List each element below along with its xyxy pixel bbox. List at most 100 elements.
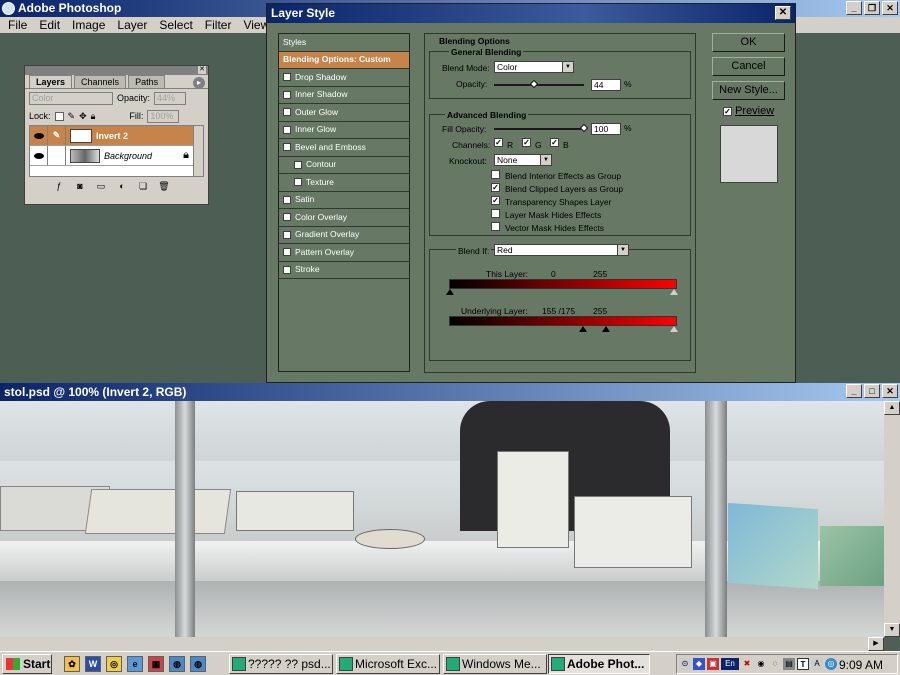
fill-field[interactable]: 100% [147,109,180,123]
styles-header[interactable]: Styles [279,34,409,52]
dialog-titlebar[interactable]: Layer Style [267,4,795,23]
document-canvas[interactable] [0,401,884,637]
start-button[interactable]: Start [2,654,52,674]
taskbar-button[interactable]: Windows Me... [443,654,547,674]
tab-layers[interactable]: Layers [29,75,73,88]
blend-mode-select[interactable]: Color [29,91,113,105]
tab-paths[interactable]: Paths [128,75,166,88]
taskbar-clock[interactable]: 9:09 AM [839,658,883,672]
cancel-button[interactable]: Cancel [712,57,785,76]
scroll-right-icon[interactable]: ▶ [868,637,884,651]
style-item[interactable]: Blending Options: Custom [279,51,409,69]
lock-brush-icon[interactable]: ✎ [68,111,76,122]
style-checkbox[interactable] [283,143,291,152]
menu-image[interactable]: Image [66,17,111,33]
tray-network-icon[interactable]: ◎ [825,658,837,670]
style-item[interactable]: Texture [279,174,409,192]
style-checkbox[interactable] [294,160,302,169]
advanced-option-checkbox[interactable] [491,209,500,218]
underlying-black-slider-left[interactable] [579,326,587,332]
quicklaunch-app2-icon[interactable]: ◍ [190,656,206,672]
style-checkbox[interactable] [283,248,291,257]
style-checkbox[interactable] [283,73,291,82]
channel-g-checkbox[interactable]: ✓ [522,138,531,147]
layer-row[interactable]: Background 🔒︎ [30,146,203,166]
advanced-option-checkbox[interactable] [491,222,500,231]
fill-opacity-field[interactable]: 100 [591,123,621,135]
channel-b-checkbox[interactable]: ✓ [550,138,559,147]
eye-icon[interactable] [30,126,48,145]
menu-select[interactable]: Select [153,17,198,33]
eye-icon[interactable] [30,146,48,165]
brush-icon[interactable]: ✎ [48,126,66,145]
tray-speaker-icon[interactable]: ◉ [755,658,767,670]
this-layer-white-slider[interactable] [670,289,678,295]
tray-a-icon[interactable]: A [811,658,823,670]
add-mask-icon[interactable]: ◙ [74,181,86,191]
taskbar-button[interactable]: Microsoft Exc... [336,654,440,674]
maximize-icon[interactable]: □ [864,384,880,398]
menu-file[interactable]: File [2,17,33,33]
style-checkbox[interactable] [283,90,291,99]
preview-checkbox-row[interactable]: ✓ Preview [723,105,774,117]
quicklaunch-network-icon[interactable]: ▦ [148,656,164,672]
underlying-black-slider-right[interactable] [602,326,610,332]
tray-antivirus-icon[interactable]: ▣ [707,658,719,670]
style-checkbox[interactable] [294,178,302,187]
style-checkbox[interactable] [283,265,291,274]
minimize-icon[interactable]: _ [846,1,862,15]
palette-titlebar[interactable]: ✕ [25,66,208,75]
menu-layer[interactable]: Layer [111,17,153,33]
blend-if-select[interactable]: Red ▼ [494,244,629,256]
knockout-select[interactable]: None ▼ [494,154,552,166]
style-checkbox[interactable] [283,213,291,222]
document-horizontal-scrollbar[interactable]: ▶ [0,637,884,651]
layer-row[interactable]: ✎ Invert 2 [30,126,203,146]
this-layer-black-slider[interactable] [446,289,454,295]
close-icon[interactable]: ✕ [882,1,898,15]
style-item[interactable]: Stroke [279,262,409,279]
style-item[interactable]: Inner Shadow [279,87,409,104]
style-checkbox[interactable] [283,230,291,239]
opacity-field[interactable]: 44% [154,91,187,105]
underlying-white-slider[interactable] [670,326,678,332]
tray-bubble-icon[interactable]: ◌ [769,658,781,670]
style-item[interactable]: Bevel and Emboss [279,139,409,157]
new-style-button[interactable]: New Style... [712,81,785,100]
style-checkbox[interactable] [283,125,291,134]
taskbar-button[interactable]: Adobe Phot... [548,654,650,674]
scroll-down-icon[interactable]: ▼ [884,623,900,637]
preview-checkbox[interactable]: ✓ [723,106,732,116]
ok-button[interactable]: OK [712,33,785,52]
palette-menu-arrow-icon[interactable]: ▸ [193,77,205,89]
advanced-option-checkbox[interactable]: ✓ [491,196,500,205]
channel-r-checkbox[interactable]: ✓ [494,138,503,147]
tray-search-icon[interactable]: ⊙ [679,658,691,670]
style-item[interactable]: Gradient Overlay [279,227,409,244]
close-icon[interactable]: ✕ [775,6,791,20]
blend-mode-select[interactable]: Color ▼ [494,61,574,73]
style-checkbox[interactable] [283,108,291,117]
layer-list-scrollbar[interactable] [193,126,203,176]
document-titlebar[interactable]: stol.psd @ 100% (Invert 2, RGB) _ □ ✕ [0,383,900,401]
style-item[interactable]: Drop Shadow [279,69,409,87]
lock-move-icon[interactable]: ✥ [79,111,87,122]
tray-x-icon[interactable]: ✖ [741,658,753,670]
advanced-option-checkbox[interactable]: ✓ [491,183,500,192]
link-slot[interactable] [48,146,66,165]
opacity-field[interactable]: 44 [591,79,621,91]
style-item[interactable]: Outer Glow [279,104,409,122]
quicklaunch-explorer-icon[interactable]: ✿ [64,656,80,672]
close-icon[interactable]: ✕ [198,66,206,74]
style-item[interactable]: Satin [279,192,409,209]
restore-icon[interactable]: ❐ [864,1,880,15]
style-item[interactable]: Inner Glow [279,122,409,139]
tray-language-indicator[interactable]: En [721,658,739,670]
quicklaunch-outlook-icon[interactable]: ◎ [106,656,122,672]
style-item[interactable]: Color Overlay [279,209,409,227]
minimize-icon[interactable]: _ [846,384,862,398]
document-vertical-scrollbar[interactable]: ▲ ▼ [884,401,900,637]
lock-transparency-checkbox[interactable] [54,111,64,121]
lock-all-icon[interactable]: 🔒︎ [91,111,96,122]
tab-channels[interactable]: Channels [74,75,127,88]
